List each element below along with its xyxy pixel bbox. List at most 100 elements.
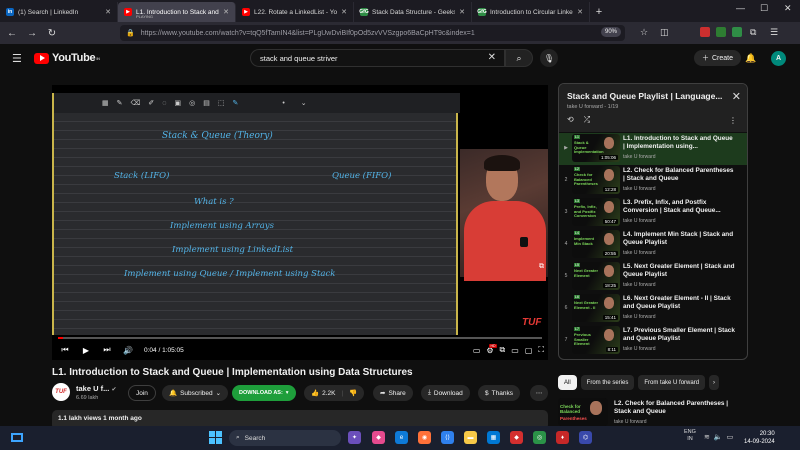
search-input[interactable]: stack and queue striver ✕ xyxy=(250,49,505,67)
reload-icon[interactable]: ↻ xyxy=(44,25,60,41)
playlist-item[interactable]: 2 L2 Check for Balanced Parentheses 12:28 L2… xyxy=(559,165,747,197)
vscode-icon[interactable]: ⟨⟩ xyxy=(441,431,454,444)
minimize-icon[interactable]: — xyxy=(736,3,745,13)
speaker-icon[interactable]: 🔈 xyxy=(714,433,723,441)
pocket-icon[interactable]: ◫ xyxy=(660,27,669,38)
app-red-icon[interactable]: ◆ xyxy=(510,431,523,444)
cast-icon[interactable]: ▢ xyxy=(525,346,533,355)
address-bar[interactable]: 🔒 https://www.youtube.com/watch?v=tqQ5fT… xyxy=(120,25,625,41)
extension-icon[interactable] xyxy=(700,27,710,37)
join-button[interactable]: Join xyxy=(128,385,156,401)
wifi-icon[interactable]: ≋ xyxy=(704,433,710,441)
close-tab-icon[interactable]: ✕ xyxy=(459,8,465,16)
thanks-button[interactable]: $ Thanks xyxy=(478,385,520,401)
create-button[interactable]: ＋ Create xyxy=(694,50,742,66)
like-button[interactable]: 👍 2.2K | 👎 xyxy=(304,385,365,401)
maximize-icon[interactable]: ☐ xyxy=(760,3,768,14)
widgets-icon[interactable]: ◆ xyxy=(372,431,385,444)
search-button[interactable]: ⌕ xyxy=(505,49,533,67)
playlist-item[interactable]: ▶ L1 Stack & Queue Implementation 1:05:06 L1… xyxy=(559,133,747,165)
download-button[interactable]: ⤓ Download xyxy=(421,385,470,401)
playlist-item-thumbnail[interactable]: L6 Next Greater Element - II 15:41 xyxy=(572,294,620,322)
app-badge-icon[interactable]: ♦ xyxy=(556,431,569,444)
channel-avatar[interactable]: TUF xyxy=(52,383,70,401)
close-tab-icon[interactable]: ✕ xyxy=(223,8,229,16)
browser-tab[interactable]: ▶ L22. Rotate a LinkedList - YouTu✕ xyxy=(236,2,354,22)
weather-icon[interactable] xyxy=(10,431,24,445)
recommended-thumbnail[interactable]: Check for Balanced Parentheses xyxy=(558,398,608,426)
subtitles-icon[interactable]: ▭ xyxy=(473,346,481,355)
file-explorer-icon[interactable]: ▬ xyxy=(464,431,477,444)
back-icon[interactable]: ← xyxy=(4,25,20,41)
taskbar-search[interactable]: ⌕ Search xyxy=(229,430,341,446)
more-actions-icon[interactable]: ⋯ xyxy=(530,385,548,401)
play-icon[interactable]: ▶ xyxy=(78,342,94,358)
chrome-icon[interactable]: ◎ xyxy=(533,431,546,444)
thumbs-down-icon[interactable]: 👎 xyxy=(349,389,357,397)
next-icon[interactable]: ⏭ xyxy=(99,342,115,358)
close-tab-icon[interactable]: ✕ xyxy=(577,8,583,16)
theater-mode-icon[interactable]: ▭ xyxy=(511,346,519,355)
playlist-item-thumbnail[interactable]: L4 Implement Min Stack 20:55 xyxy=(572,230,620,258)
close-tab-icon[interactable]: ✕ xyxy=(341,8,347,16)
shuffle-icon[interactable]: ⤮ xyxy=(584,115,590,125)
language-indicator[interactable]: ENG IN xyxy=(684,429,696,443)
loop-icon[interactable]: ⟲ xyxy=(567,115,574,125)
new-tab-button[interactable]: + xyxy=(590,2,608,22)
firefox-icon[interactable]: ◉ xyxy=(418,431,431,444)
playlist-item[interactable]: 3 L3 Prefix, Infix, and Postfix Conversion… xyxy=(559,197,747,229)
recommended-video[interactable]: Check for Balanced Parentheses L2. Check… xyxy=(558,398,748,426)
playlist-more-icon[interactable]: ⋮ xyxy=(729,116,737,125)
close-tab-icon[interactable]: ✕ xyxy=(105,8,111,16)
notifications-bell-icon[interactable]: 🔔 xyxy=(745,53,756,64)
forward-icon[interactable]: → xyxy=(24,25,40,41)
extensions-puzzle-icon[interactable]: ⧉ xyxy=(750,27,756,38)
browser-tab[interactable]: in (1) Search | LinkedIn ✕ xyxy=(0,2,118,22)
menu-hamburger-icon[interactable]: ☰ xyxy=(770,27,778,38)
recommended-title[interactable]: L2. Check for Balanced Parentheses | Sta… xyxy=(614,400,744,416)
subscribed-button[interactable]: 🔔 Subscribed ⌄ xyxy=(162,385,229,401)
playlist-item-thumbnail[interactable]: L5 Next Greater Element 18:25 xyxy=(572,262,620,290)
playlist-item[interactable]: 4 L4 Implement Min Stack 20:55 L4. Implement… xyxy=(559,229,747,261)
copilot-icon[interactable]: ✦ xyxy=(348,431,361,444)
video-player[interactable]: ▦ ✎ ⌫ ✐ ◌ ▣ ◎ ▤ ⬚ ✎ • ⌄ Stack & Queue (T… xyxy=(52,85,548,360)
browser-tab[interactable]: GfGStack Data Structure - GeeksforG ✕ xyxy=(354,2,472,22)
playlist-title[interactable]: Stack and Queue Playlist | Language... xyxy=(567,91,727,101)
taskbar-clock[interactable]: 20:30 14-09-2024 xyxy=(744,430,775,446)
app-misc-icon[interactable]: ⌬ xyxy=(579,431,592,444)
previous-icon[interactable]: ⏮ xyxy=(57,342,73,358)
chip-from-channel[interactable]: From take U forward xyxy=(638,375,706,390)
store-icon[interactable]: ▦ xyxy=(487,431,500,444)
browser-tab[interactable]: GfG Introduction to Circular Linked ✕ xyxy=(472,2,590,22)
fullscreen-icon[interactable]: ⛶ xyxy=(538,345,544,355)
extension-icon[interactable] xyxy=(732,27,742,37)
share-button[interactable]: ➦ Share xyxy=(373,385,413,401)
playlist-item[interactable]: 5 L5 Next Greater Element 18:25 L5. Next Gre… xyxy=(559,261,747,293)
close-window-icon[interactable]: ✕ xyxy=(784,3,792,14)
bookmark-star-icon[interactable]: ☆ xyxy=(640,27,648,38)
settings-gear-icon[interactable]: ⚙ HD xyxy=(486,343,497,355)
browser-tab[interactable]: ▶ L1. Introduction to Stack and Q PLAYING ✕ xyxy=(118,2,236,22)
battery-icon[interactable]: ▭ xyxy=(727,433,734,441)
channel-name[interactable]: take U f... ✔ xyxy=(76,384,116,393)
chip-from-series[interactable]: From the series xyxy=(580,375,635,390)
close-playlist-icon[interactable]: ✕ xyxy=(732,90,741,103)
playlist-item-thumbnail[interactable]: L7 Previous Smaller Element 8:11 xyxy=(572,326,620,354)
miniplayer-icon[interactable]: ⧉ xyxy=(500,345,506,355)
voice-search-button[interactable]: 🎙 xyxy=(540,49,558,67)
volume-icon[interactable]: 🔊 xyxy=(120,342,136,358)
user-avatar[interactable]: A xyxy=(771,51,786,66)
playlist-item-thumbnail[interactable]: L1 Stack & Queue Implementation 1:05:06 xyxy=(572,134,620,162)
chip-all[interactable]: All xyxy=(558,375,577,390)
start-button[interactable] xyxy=(209,431,222,444)
edge-icon[interactable]: e xyxy=(395,431,408,444)
youtube-logo[interactable]: YouTube IN xyxy=(34,52,100,64)
download-as-button[interactable]: DOWNLOAD AS: ▾ xyxy=(232,385,296,401)
zoom-level-badge[interactable]: 90% xyxy=(600,27,621,37)
playlist-item-thumbnail[interactable]: L3 Prefix, Infix, and Postfix Conversion 5… xyxy=(572,198,620,226)
extension-icon[interactable] xyxy=(716,27,726,37)
playlist-item[interactable]: 6 L6 Next Greater Element - II 15:41 L6. Nex… xyxy=(559,293,747,325)
chip-next-chevron-icon[interactable]: › xyxy=(709,375,720,390)
progress-bar[interactable] xyxy=(58,337,542,339)
guide-menu-icon[interactable]: ☰ xyxy=(12,52,22,65)
